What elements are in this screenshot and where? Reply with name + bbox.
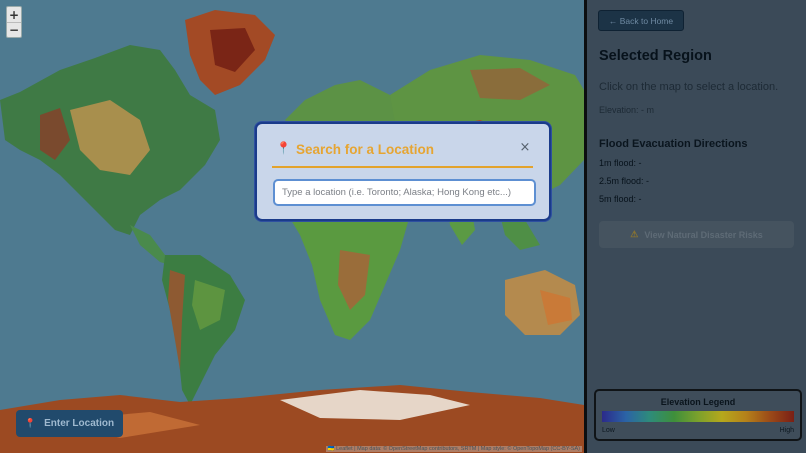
- legend-high-label: High: [779, 427, 794, 434]
- back-to-home-button[interactable]: ← Back to Home: [598, 10, 684, 31]
- selection-hint: Click on the map to select a location.: [599, 81, 779, 93]
- flood-5m: 5m flood: -: [599, 194, 642, 204]
- legend-gradient: [602, 411, 794, 422]
- legend-title: Elevation Legend: [660, 397, 736, 407]
- elevation-legend: Elevation Legend Low High: [594, 389, 802, 441]
- legend-low-label: Low: [602, 427, 615, 434]
- side-panel: ← Back to Home Selected Region Click on …: [587, 0, 806, 453]
- zoom-in-button[interactable]: +: [7, 7, 21, 22]
- search-location-modal: 📍 Search for a Location ×: [255, 122, 551, 221]
- view-disaster-risks-label: View Natural Disaster Risks: [644, 229, 763, 240]
- zoom-out-button[interactable]: −: [7, 22, 21, 37]
- enter-location-button[interactable]: 📍 Enter Location: [16, 410, 123, 437]
- map-pin-icon: 📍: [276, 141, 291, 155]
- modal-title: Search for a Location: [296, 142, 435, 157]
- enter-location-label: Enter Location: [44, 418, 115, 429]
- view-disaster-risks-button[interactable]: ⚠ View Natural Disaster Risks: [599, 221, 794, 248]
- flood-2-5m: 2.5m flood: -: [599, 176, 650, 186]
- close-icon[interactable]: ×: [517, 138, 533, 156]
- panel-title: Selected Region: [599, 48, 712, 64]
- map-attribution: 🇺🇦 Leaflet | Map data: © OpenStreetMap c…: [325, 446, 582, 452]
- flood-heading: Flood Evacuation Directions: [599, 138, 748, 150]
- flood-1m: 1m flood: -: [599, 158, 642, 168]
- map-pin-icon: 📍: [24, 418, 37, 428]
- world-terrain-map: [0, 0, 584, 453]
- elevation-readout: Elevation: - m: [599, 105, 655, 115]
- map-view[interactable]: + − 📍 Enter Location 🇺🇦 Leaflet | Map da…: [0, 0, 584, 453]
- warning-icon: ⚠: [630, 229, 639, 239]
- location-search-input[interactable]: [273, 179, 536, 206]
- modal-header: 📍 Search for a Location ×: [272, 136, 533, 168]
- zoom-control: + −: [6, 6, 22, 38]
